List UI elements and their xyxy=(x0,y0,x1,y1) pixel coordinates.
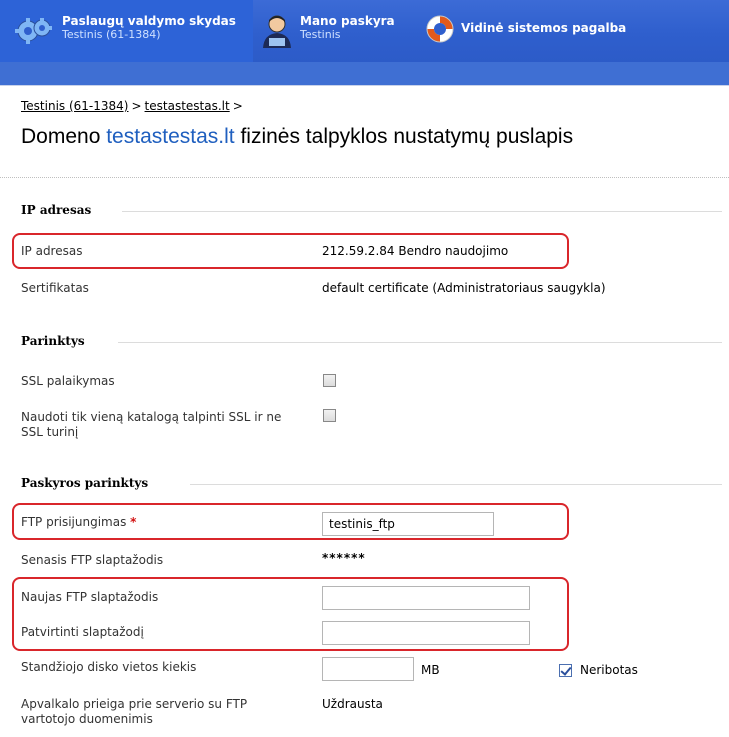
nav-title: Mano paskyra xyxy=(300,14,395,28)
section-title-ip: IP adresas xyxy=(21,203,92,217)
nav-subtitle: Testinis xyxy=(300,28,341,41)
certificate-label: Sertifikatas xyxy=(21,281,89,295)
single-directory-checkbox[interactable] xyxy=(323,409,336,422)
page-title: Domeno testastestas.lt fizinės talpyklos… xyxy=(21,125,573,149)
nav-item-help[interactable]: Vidinė sistemos pagalba xyxy=(425,0,665,62)
page-title-prefix: Domeno xyxy=(21,125,107,148)
disk-space-unit: MB xyxy=(421,663,440,677)
breadcrumb-separator: > xyxy=(131,99,142,113)
page-title-suffix: fizinės talpyklos nustatymų puslapis xyxy=(234,125,574,148)
top-nav-bar: Paslaugų valdymo skydas Testinis (61-138… xyxy=(0,0,729,86)
breadcrumb-separator: > xyxy=(232,99,243,113)
section-divider xyxy=(190,484,722,485)
nav-item-service-panel[interactable]: Paslaugų valdymo skydas Testinis (61-138… xyxy=(0,0,253,62)
highlight-passwords xyxy=(12,577,569,651)
unlimited-checkbox[interactable] xyxy=(559,664,572,677)
breadcrumb-link-domain[interactable]: testastestas.lt xyxy=(145,99,230,113)
disk-space-label: Standžiojo disko vietos kiekis xyxy=(21,660,197,674)
section-divider xyxy=(122,211,722,212)
ssl-support-label: SSL palaikymas xyxy=(21,374,115,388)
breadcrumb: Testinis (61-1384) > testastestas.lt > xyxy=(21,99,246,113)
lifebuoy-icon xyxy=(426,15,454,43)
breadcrumb-link-account[interactable]: Testinis (61-1384) xyxy=(21,99,128,113)
section-title-options: Parinktys xyxy=(21,334,85,348)
disk-space-input[interactable] xyxy=(322,657,414,681)
gears-icon xyxy=(15,18,52,44)
page-title-domain: testastestas.lt xyxy=(106,125,235,148)
nav-subtitle: Testinis (61-1384) xyxy=(62,28,161,41)
single-directory-label: Naudoti tik vieną katalogą talpinti SSL … xyxy=(21,410,282,439)
user-icon xyxy=(263,15,291,48)
section-divider xyxy=(118,342,722,343)
old-password-value: ****** xyxy=(322,551,366,565)
ssl-support-checkbox[interactable] xyxy=(323,374,336,387)
top-nav-lower-band xyxy=(0,62,729,85)
certificate-value: default certificate (Administratoriaus s… xyxy=(322,281,606,295)
content-divider xyxy=(0,177,729,178)
nav-title: Paslaugų valdymo skydas xyxy=(62,14,236,28)
section-title-account: Paskyros parinktys xyxy=(21,476,149,490)
shell-access-label: Apvalkalo prieiga prie serverio su FTP v… xyxy=(21,697,248,726)
highlight-ftp-login xyxy=(12,503,569,540)
shell-access-value: Uždrausta xyxy=(322,697,383,711)
nav-title: Vidinė sistemos pagalba xyxy=(461,21,627,35)
highlight-ip xyxy=(12,233,569,269)
old-password-label: Senasis FTP slaptažodis xyxy=(21,553,164,567)
unlimited-label: Neribotas xyxy=(580,663,638,677)
nav-item-my-account[interactable]: Mano paskyra Testinis xyxy=(260,0,415,62)
